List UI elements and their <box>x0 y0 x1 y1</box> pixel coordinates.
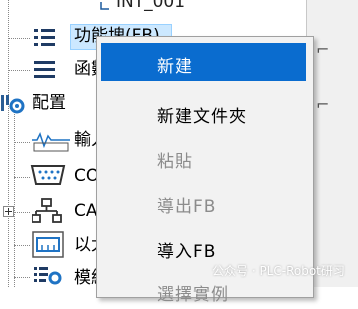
tree-item-label: CA <box>74 201 98 221</box>
pane-fragment: ⌐ <box>316 40 330 59</box>
menu-item-label: 粘貼 <box>157 152 193 172</box>
tree-line <box>8 0 9 287</box>
menu-item-new[interactable]: 新建 <box>101 43 306 81</box>
tree-line <box>14 245 30 246</box>
tree-line <box>14 177 30 178</box>
tree-line <box>14 277 30 278</box>
module-config-icon <box>34 267 62 285</box>
expand-toggle[interactable] <box>3 206 14 217</box>
tree-line <box>8 70 30 71</box>
menu-item-label: 新建 <box>157 57 193 77</box>
pane-fragment: ⌐ <box>316 95 330 114</box>
tree-line <box>14 112 15 287</box>
config-icon <box>1 95 25 114</box>
serial-port-icon <box>30 165 66 185</box>
tree-item-label: 配置 <box>32 93 66 113</box>
menu-item-new-folder[interactable]: 新建文件夾 <box>101 93 306 131</box>
menu-item-export-fb[interactable]: 導出FB <box>101 183 306 221</box>
menu-item-label: 新建文件夾 <box>157 107 247 127</box>
menu-item-label: 導入FB <box>157 242 217 262</box>
function-block-icon <box>34 29 55 46</box>
tree-line <box>14 142 30 143</box>
tree-line <box>14 212 30 213</box>
tree-line <box>8 38 30 39</box>
menu-item-label: 導出FB <box>157 197 217 217</box>
variable-icon <box>100 2 109 10</box>
ethernet-port-icon <box>32 231 64 258</box>
context-menu: 新建 新建文件夾 粘貼 導出FB 導入FB 選擇實例 <box>96 36 314 305</box>
watermark: 公众号 · PLC-Robot研习 <box>212 264 345 278</box>
menu-item-import-fb[interactable]: 導入FB <box>101 228 306 266</box>
network-tree-icon <box>32 198 62 223</box>
menu-item-label: 選擇實例 <box>157 285 229 305</box>
tree-item-label: INT_001 <box>116 0 186 12</box>
function-icon <box>34 61 55 78</box>
menu-item-paste[interactable]: 粘貼 <box>101 138 306 176</box>
io-module-icon <box>32 132 70 152</box>
